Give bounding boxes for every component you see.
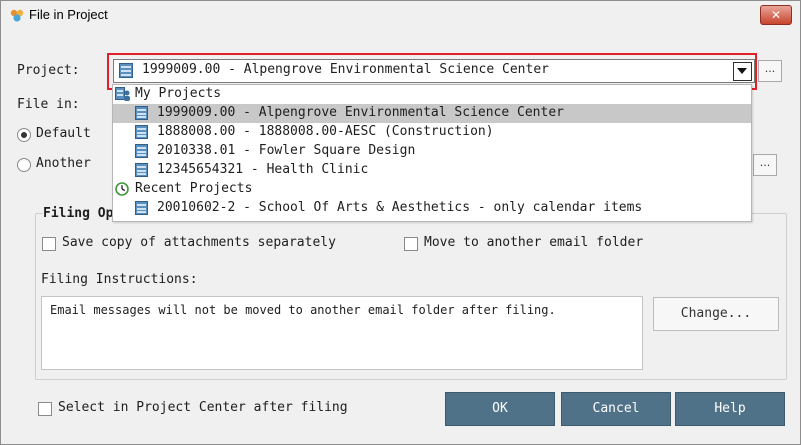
project-option[interactable]: 12345654321 - Health Clinic [113, 161, 751, 180]
move-folder-label: Move to another email folder [424, 235, 644, 250]
ellipsis-label: ... [759, 156, 771, 169]
file-in-label: File in: [17, 97, 80, 112]
select-after-checkbox[interactable] [38, 402, 52, 416]
project-option[interactable]: 1888008.00 - 1888008.00-AESC (Constructi… [113, 123, 751, 142]
close-button[interactable]: ✕ [760, 5, 792, 25]
project-option[interactable]: 1999009.00 - Alpengrove Environmental Sc… [113, 104, 751, 123]
project-browse-button[interactable]: ... [758, 60, 782, 82]
title-bar: File in Project ✕ [1, 1, 800, 29]
ok-button[interactable]: OK [445, 392, 555, 426]
another-radio[interactable] [17, 158, 31, 172]
filing-instructions-label: Filing Instructions: [41, 272, 198, 287]
my-projects-header-label: My Projects [135, 86, 222, 101]
close-icon: ✕ [770, 8, 782, 22]
project-dropdown-list: My Projects 1999009.00 - Alpengrove Envi… [112, 84, 752, 222]
project-option-label: 1999009.00 - Alpengrove Environmental Sc… [157, 105, 564, 120]
recent-projects-header: Recent Projects [113, 180, 751, 199]
help-button[interactable]: Help [675, 392, 785, 426]
my-projects-header: My Projects [113, 85, 751, 104]
project-icon [135, 125, 148, 139]
project-icon [135, 144, 148, 158]
default-radio-label: Default [36, 126, 91, 141]
window-title: File in Project [29, 7, 108, 22]
filing-instructions-text: Email messages will not be moved to anot… [50, 303, 556, 317]
clock-icon [115, 182, 129, 196]
my-projects-icon [115, 87, 130, 101]
project-option[interactable]: 2010338.01 - Fowler Square Design [113, 142, 751, 161]
change-button[interactable]: Change... [653, 297, 779, 331]
project-option-label: 20010602-2 - School Of Arts & Aesthetics… [157, 200, 643, 215]
project-label: Project: [17, 63, 80, 78]
cancel-button[interactable]: Cancel [561, 392, 671, 426]
save-copy-label: Save copy of attachments separately [62, 235, 336, 250]
recent-projects-header-label: Recent Projects [135, 181, 253, 196]
filing-options-title: Filing Op [43, 206, 116, 221]
ellipsis-label: ... [764, 62, 776, 75]
project-option-label: 12345654321 - Health Clinic [157, 162, 369, 177]
project-option-label: 1888008.00 - 1888008.00-AESC (Constructi… [157, 124, 494, 139]
filing-instructions-box: Email messages will not be moved to anot… [41, 296, 643, 370]
project-icon [135, 163, 148, 177]
select-after-label: Select in Project Center after filing [58, 400, 348, 415]
another-radio-label: Another [36, 156, 91, 171]
project-option-label: 2010338.01 - Fowler Square Design [157, 143, 416, 158]
save-copy-checkbox[interactable] [42, 237, 56, 251]
app-icon [9, 7, 25, 23]
default-radio[interactable] [17, 128, 31, 142]
move-folder-checkbox[interactable] [404, 237, 418, 251]
project-option[interactable]: 20010602-2 - School Of Arts & Aesthetics… [113, 199, 751, 218]
file-in-project-dialog: File in Project ✕ Project: 1999009.00 - … [0, 0, 801, 445]
project-icon [135, 106, 148, 120]
another-browse-button[interactable]: ... [753, 154, 777, 176]
project-icon [135, 201, 148, 215]
